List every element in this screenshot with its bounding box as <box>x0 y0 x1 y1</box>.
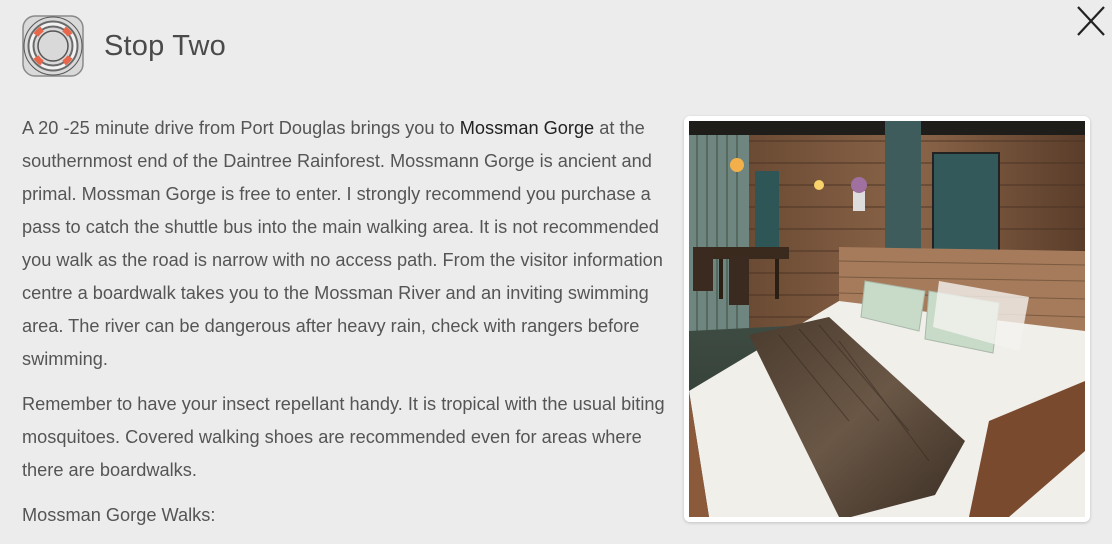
lifebuoy-icon <box>22 15 84 77</box>
page-title: Stop Two <box>104 29 226 62</box>
close-button[interactable] <box>1074 4 1108 38</box>
modal-header: Stop Two <box>22 14 226 78</box>
close-x-icon <box>1077 6 1105 36</box>
hotel-room-photo <box>689 121 1085 517</box>
intro-paragraph: A 20 -25 minute drive from Port Douglas … <box>22 112 672 376</box>
modal-content: A 20 -25 minute drive from Port Douglas … <box>22 112 672 544</box>
mossman-gorge-link[interactable]: Mossman Gorge <box>460 118 594 138</box>
photo-frame <box>684 116 1090 522</box>
intro-text-rest: at the southernmost end of the Daintree … <box>22 118 663 369</box>
tips-paragraph: Remember to have your insect repellant h… <box>22 394 665 480</box>
intro-text-start: A 20 -25 minute drive from Port Douglas … <box>22 118 460 138</box>
walks-heading: Mossman Gorge Walks: <box>22 505 216 525</box>
